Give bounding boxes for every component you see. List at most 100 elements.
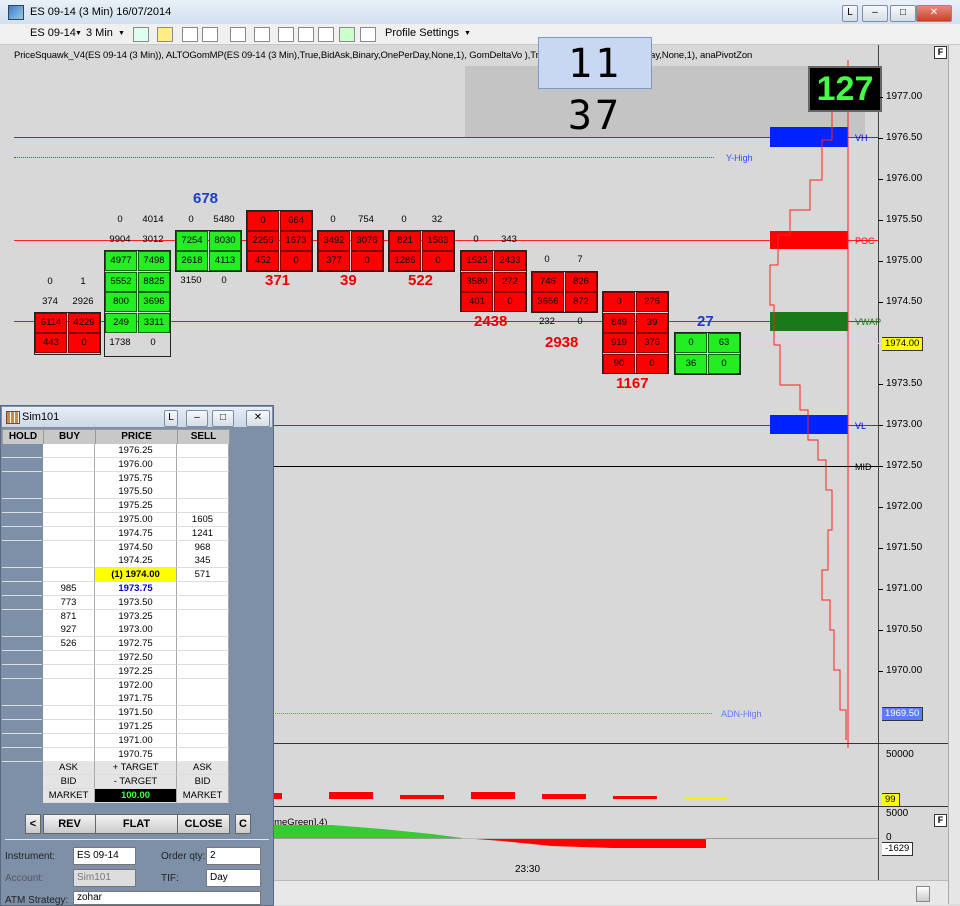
account-select[interactable]: Sim101 — [73, 869, 136, 887]
sim-minimize-button[interactable]: – — [186, 410, 208, 427]
dom-sell-cell[interactable] — [177, 485, 229, 500]
dom-price-cell[interactable]: 1972.50 — [95, 651, 177, 665]
dom-sell-cell[interactable] — [177, 678, 229, 693]
reverse-button[interactable]: REV — [43, 814, 96, 834]
dom-sell-cell[interactable] — [177, 637, 229, 652]
left-arrow-button[interactable]: < — [25, 814, 41, 834]
dom-hold-cell[interactable] — [2, 678, 42, 693]
dom-buy-cell[interactable] — [43, 513, 95, 527]
dom-sell-cell[interactable] — [177, 692, 229, 707]
data-box-icon[interactable] — [360, 27, 376, 42]
dom-sell-cell[interactable] — [177, 720, 229, 734]
dom-buy-cell[interactable] — [43, 554, 95, 569]
maximize-button[interactable]: □ — [890, 5, 916, 22]
indicators-icon[interactable] — [298, 27, 314, 42]
dom-hold-cell[interactable] — [2, 540, 42, 555]
atm-strategy-select[interactable]: zohar — [73, 891, 261, 905]
dom-price-cell[interactable]: 1975.75 — [95, 471, 177, 486]
dom-price-cell[interactable]: 1973.25 — [95, 609, 177, 624]
bar-type-icon[interactable] — [133, 27, 149, 42]
dom-market-row-right[interactable]: MARKET — [177, 789, 229, 803]
dom-hold-cell[interactable] — [2, 595, 42, 610]
instrument-dropdown[interactable]: ES 09-14 — [30, 27, 76, 39]
dom-sell-cell[interactable] — [177, 457, 229, 472]
dom-price-cell[interactable]: 1973.75 — [95, 582, 177, 596]
dom-price-cell[interactable]: 1971.25 — [95, 720, 177, 734]
dom-price-cell[interactable]: 1971.00 — [95, 733, 177, 748]
dom-sell-cell[interactable] — [177, 706, 229, 721]
dom-sell-cell[interactable] — [177, 595, 229, 610]
dom-sell-cell[interactable] — [177, 444, 229, 458]
dom-sell-cell[interactable]: 345 — [177, 554, 229, 569]
zoom-icon[interactable] — [254, 27, 270, 42]
dom-sell-cell[interactable]: 1241 — [177, 526, 229, 541]
scrollbar-thumb[interactable] — [916, 886, 930, 902]
dom-sell-cell[interactable]: 1605 — [177, 513, 229, 527]
dom-sell-cell[interactable]: 571 — [177, 568, 229, 583]
dom-hold-cell[interactable] — [2, 637, 42, 652]
dom-ask-row-right[interactable]: ASK — [177, 761, 229, 776]
dom-bid-row-mid[interactable]: - TARGET — [95, 775, 177, 790]
dom-price-cell[interactable]: 1975.25 — [95, 499, 177, 514]
dom-sell-cell[interactable] — [177, 582, 229, 596]
dom-price-cell[interactable]: 1972.00 — [95, 678, 177, 693]
dom-buy-cell[interactable] — [43, 651, 95, 665]
dom-bid-row-left[interactable]: BID — [43, 775, 95, 790]
dom-hold-cell[interactable] — [2, 720, 42, 734]
dom-price-cell[interactable]: 1974.75 — [95, 526, 177, 541]
dom-sell-cell[interactable] — [177, 733, 229, 748]
dom-hold-cell[interactable] — [2, 609, 42, 624]
profile-settings-menu[interactable]: Profile Settings — [385, 27, 459, 39]
dom-hold-cell[interactable] — [2, 444, 42, 458]
dom-price-cell[interactable]: 1971.75 — [95, 692, 177, 707]
order-qty-input[interactable]: 2 — [206, 847, 261, 865]
horizontal-scrollbar[interactable] — [272, 880, 948, 905]
dom-hold-cell[interactable] — [2, 664, 42, 679]
dom-buy-cell[interactable] — [43, 733, 95, 748]
dom-buy-cell[interactable] — [43, 471, 95, 486]
dom-hold-cell[interactable] — [2, 692, 42, 707]
dom-buy-cell[interactable]: 773 — [43, 595, 95, 610]
dom-price-cell[interactable]: 1976.00 — [95, 457, 177, 472]
dom-sell-cell[interactable] — [177, 623, 229, 638]
dom-buy-cell[interactable] — [43, 678, 95, 693]
dom-sell-cell[interactable] — [177, 609, 229, 624]
dom-ask-row-mid[interactable]: + TARGET — [95, 761, 177, 776]
instrument-dropdown-arrow-icon[interactable]: ▼ — [75, 30, 82, 37]
dom-market-row-left[interactable]: MARKET — [43, 789, 95, 803]
dom-price-cell[interactable]: 1974.25 — [95, 554, 177, 569]
dom-hold-cell[interactable] — [2, 513, 42, 527]
flatten-button[interactable]: FLAT — [95, 814, 178, 834]
cursor-icon[interactable] — [230, 27, 246, 42]
dom-hold-cell[interactable] — [2, 499, 42, 514]
dom-price-cell[interactable]: 1972.25 — [95, 664, 177, 679]
dom-hold-cell[interactable] — [2, 706, 42, 721]
tif-select[interactable]: Day — [206, 869, 261, 887]
chart-style-icon[interactable] — [318, 27, 334, 42]
dom-price-cell[interactable]: 1975.00 — [95, 513, 177, 527]
dom-sell-cell[interactable]: 968 — [177, 540, 229, 555]
dom-buy-cell[interactable] — [43, 706, 95, 721]
dom-hold-cell[interactable] — [2, 554, 42, 569]
dom-price-cell[interactable]: 1973.50 — [95, 595, 177, 610]
instrument-select[interactable]: ES 09-14 — [73, 847, 136, 865]
dom-buy-cell[interactable] — [43, 692, 95, 707]
interval-dropdown[interactable]: 3 Min — [86, 27, 113, 39]
dom-bid-row-right[interactable]: BID — [177, 775, 229, 790]
dom-buy-cell[interactable] — [43, 526, 95, 541]
panel-f-button-top[interactable]: F — [934, 46, 947, 59]
link-button[interactable]: L — [842, 5, 858, 22]
dom-price-cell[interactable]: 1976.25 — [95, 444, 177, 458]
dom-market-row-mid[interactable]: 100.00 — [95, 789, 177, 803]
dom-price-cell[interactable]: 1975.50 — [95, 485, 177, 500]
sim-close-button[interactable]: ✕ — [246, 410, 270, 427]
link-icon[interactable] — [202, 27, 218, 42]
dom-sell-cell[interactable] — [177, 471, 229, 486]
dom-hold-cell[interactable] — [2, 471, 42, 486]
dom-buy-cell[interactable] — [43, 568, 95, 583]
dom-hold-cell[interactable] — [2, 526, 42, 541]
dom-price-cell[interactable]: 1971.50 — [95, 706, 177, 721]
dom-buy-cell[interactable]: 985 — [43, 582, 95, 596]
dom-buy-cell[interactable]: 927 — [43, 623, 95, 638]
close-button[interactable]: ✕ — [916, 5, 952, 22]
